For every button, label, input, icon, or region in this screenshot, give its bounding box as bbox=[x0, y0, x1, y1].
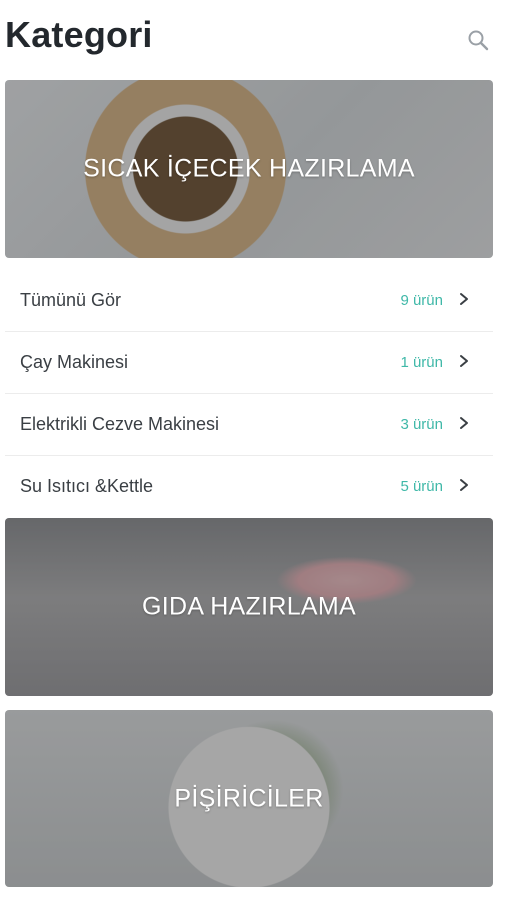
chevron-right-icon bbox=[457, 478, 471, 492]
subcategory-name: Su Isıtıcı &Kettle bbox=[20, 476, 154, 496]
chevron-right-icon bbox=[457, 416, 471, 430]
product-count: 3 ürün bbox=[400, 416, 443, 433]
banner-label: PİŞİRİCİLER bbox=[174, 784, 324, 812]
list-item[interactable]: Çay Makinesi 1 ürün bbox=[5, 332, 493, 394]
subcategory-name: Elektrikli Cezve Makinesi bbox=[20, 414, 220, 434]
category-banner-gida-hazirlama[interactable]: GIDA HAZIRLAMA bbox=[5, 518, 493, 696]
banner-label: GIDA HAZIRLAMA bbox=[142, 592, 356, 621]
subcategory-name: Çay Makinesi bbox=[20, 352, 129, 372]
subcategory-list: Tümünü Gör 9 ürün Çay Makinesi 1 ürün El… bbox=[5, 270, 493, 518]
page-title: Kategori bbox=[5, 14, 153, 55]
app-header: Kategori bbox=[0, 0, 507, 72]
list-item[interactable]: Tümünü Gör 9 ürün bbox=[5, 270, 493, 332]
list-item[interactable]: Su Isıtıcı &Kettle 5 ürün bbox=[5, 456, 493, 518]
category-banner-sicak-icecek[interactable]: SICAK İÇECEK HAZIRLAMA bbox=[5, 80, 493, 258]
search-icon[interactable] bbox=[466, 28, 490, 52]
category-banner-pisiriciler[interactable]: PİŞİRİCİLER bbox=[5, 710, 493, 887]
chevron-right-icon bbox=[457, 292, 471, 306]
product-count: 5 ürün bbox=[400, 478, 443, 495]
chevron-right-icon bbox=[457, 354, 471, 368]
subcategory-name: Tümünü Gör bbox=[20, 290, 122, 310]
product-count: 9 ürün bbox=[400, 292, 443, 309]
product-count: 1 ürün bbox=[400, 354, 443, 371]
list-item[interactable]: Elektrikli Cezve Makinesi 3 ürün bbox=[5, 394, 493, 456]
banner-label: SICAK İÇECEK HAZIRLAMA bbox=[83, 154, 415, 183]
